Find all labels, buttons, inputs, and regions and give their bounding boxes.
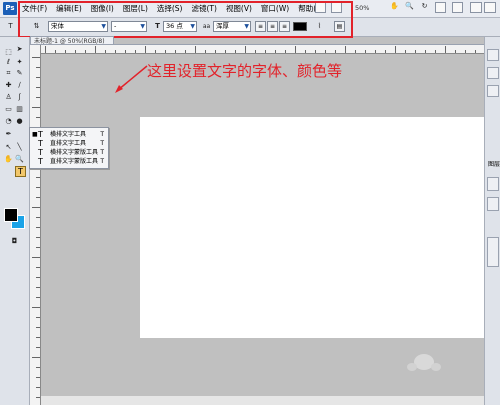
layers-panel-label[interactable]: 图层 — [488, 159, 500, 168]
panel-icon-1[interactable] — [487, 49, 499, 61]
watermark-mark — [407, 363, 417, 371]
foreground-color-swatch[interactable] — [4, 208, 18, 222]
annotation-arrow — [115, 65, 148, 93]
panel-icon-3[interactable] — [487, 85, 499, 97]
right-panel-dock — [484, 37, 500, 405]
horizontal-scrollbar[interactable] — [41, 396, 484, 405]
panel-icon-2[interactable] — [487, 67, 499, 79]
watermark-logo — [407, 354, 441, 371]
panel-icon-6[interactable] — [487, 237, 499, 267]
watermark-mark — [414, 354, 434, 370]
arrow-line — [117, 65, 148, 91]
panel-icon-5[interactable] — [487, 197, 499, 211]
watermark-mark — [431, 363, 441, 371]
panel-icon-4[interactable] — [487, 177, 499, 191]
